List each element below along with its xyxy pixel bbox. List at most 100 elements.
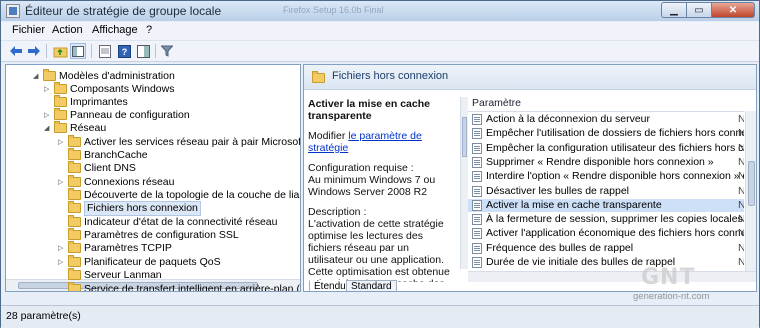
folder-icon <box>68 161 81 173</box>
settings-pane-title: Fichiers hors connexion <box>332 70 449 82</box>
expander-icon[interactable]: ▷ <box>58 259 65 266</box>
setting-label: Empêcher l'utilisation de dossiers de fi… <box>486 127 744 140</box>
expander-icon[interactable] <box>58 205 65 212</box>
menu-action[interactable]: Action <box>52 24 83 36</box>
expander-icon[interactable] <box>58 272 65 279</box>
setting-row[interactable]: Empêcher la configuration utilisateur de… <box>468 142 744 155</box>
policy-setting-icon <box>472 199 482 211</box>
tree-item[interactable]: ▷ Panneau de configuration <box>6 108 300 122</box>
tree-item[interactable]: ▷ Composants Windows <box>6 82 300 96</box>
tree-item[interactable]: Imprimantes <box>6 95 300 109</box>
expander-icon[interactable] <box>58 219 65 226</box>
setting-row[interactable]: Fréquence des bulles de rappel N <box>468 242 744 255</box>
maximize-button[interactable]: ▭ <box>687 2 712 18</box>
tree-item[interactable]: Indicateur d'état de la connectivité rés… <box>6 215 300 229</box>
show-pane-icon[interactable] <box>135 43 151 59</box>
setting-row[interactable]: Activer l'application économique des fic… <box>468 227 744 240</box>
menu-help[interactable]: ? <box>146 24 152 36</box>
expander-icon[interactable]: ◢ <box>44 125 51 132</box>
expander-icon[interactable]: ▷ <box>58 245 65 252</box>
tree-item[interactable]: ◢ Réseau <box>6 121 300 135</box>
requirements-label: Configuration requise : <box>308 162 414 174</box>
minimize-button[interactable]: ▁ <box>661 2 687 18</box>
expander-icon[interactable] <box>58 232 65 239</box>
column-header-parametre[interactable]: Paramètre <box>468 95 744 112</box>
policy-setting-icon <box>472 156 482 168</box>
setting-state: N <box>738 170 744 183</box>
setting-state: N <box>738 213 744 226</box>
tab-standard[interactable]: Standard <box>346 280 397 291</box>
setting-row[interactable]: Activer la mise en cache transparente N <box>468 198 744 212</box>
forward-arrow-icon[interactable] <box>26 43 42 59</box>
folder-icon <box>68 188 81 200</box>
toolbar-separator <box>46 44 47 58</box>
setting-state: N <box>738 227 744 240</box>
setting-label: Action à la déconnexion du serveur <box>486 113 651 125</box>
tree-item[interactable]: ▷ Paramètres TCPIP <box>6 241 300 255</box>
up-folder-icon[interactable] <box>52 43 68 59</box>
requirements-value: Au minimum Windows 7 ou Windows Server 2… <box>308 174 436 198</box>
expander-icon[interactable] <box>58 286 65 291</box>
properties-icon[interactable] <box>97 43 113 59</box>
expander-icon[interactable] <box>58 165 65 172</box>
tree-item[interactable]: ▷ Connexions réseau <box>6 175 300 189</box>
title-bar[interactable]: Éditeur de stratégie de groupe locale Fi… <box>1 1 759 21</box>
tree-item[interactable]: ◢ Modèles d'administration <box>6 69 300 83</box>
setting-label: Fréquence des bulles de rappel <box>486 241 634 254</box>
description-panel: Activer la mise en cache transparente Mo… <box>308 98 456 282</box>
setting-label: Désactiver les bulles de rappel <box>486 184 629 197</box>
expander-icon[interactable] <box>58 192 65 199</box>
menu-fichier[interactable]: Fichier <box>12 24 45 36</box>
setting-row[interactable]: Désactiver les bulles de rappel N <box>468 185 744 198</box>
tree-item-label: Planificateur de paquets QoS <box>84 256 221 268</box>
folder-icon <box>68 228 81 240</box>
setting-row[interactable]: Action à la déconnexion du serveur N <box>468 113 744 126</box>
folder-icon <box>312 71 325 83</box>
maximize-icon: ▭ <box>694 4 704 16</box>
show-hide-tree-icon[interactable] <box>70 43 86 59</box>
expander-icon[interactable] <box>44 99 51 106</box>
setting-row[interactable]: Supprimer « Rendre disponible hors conne… <box>468 156 744 169</box>
back-arrow-icon[interactable] <box>8 43 24 59</box>
settings-pane-header: Fichiers hors connexion <box>304 65 756 90</box>
tree-item[interactable]: ▷ Planificateur de paquets QoS <box>6 255 300 269</box>
tree-item[interactable]: Serveur Lanman <box>6 268 300 282</box>
tree-item[interactable]: Fichiers hors connexion <box>6 201 300 216</box>
setting-state: N <box>738 113 744 126</box>
policy-setting-icon <box>472 214 482 226</box>
expander-icon[interactable]: ▷ <box>44 112 51 119</box>
tree-item[interactable]: Paramètres de configuration SSL <box>6 228 300 242</box>
tree-item[interactable]: BranchCache <box>6 148 300 162</box>
expander-icon[interactable]: ◢ <box>33 73 40 80</box>
tree-item-label: Indicateur d'état de la connectivité rés… <box>84 216 278 228</box>
folder-icon <box>68 148 81 160</box>
setting-row[interactable]: Interdire l'option « Rendre disponible h… <box>468 170 744 183</box>
tree-pane[interactable]: ◢ Modèles d'administration ▷ Composants Win… <box>5 64 301 292</box>
menu-affichage[interactable]: Affichage <box>92 24 138 36</box>
toolbar-separator <box>155 44 156 58</box>
setting-state: N <box>738 185 744 198</box>
policy-setting-icon <box>472 142 482 154</box>
setting-label: Activer l'application économique des fic… <box>486 227 744 240</box>
close-button[interactable]: ✕ <box>712 2 755 18</box>
description-scrollbar[interactable] <box>460 97 468 269</box>
tree-item[interactable]: Client DNS <box>6 161 300 175</box>
tab-etendu[interactable]: Étendu <box>309 280 351 291</box>
toolbar: ? <box>1 41 759 62</box>
expander-icon[interactable]: ▷ <box>58 139 65 146</box>
expander-icon[interactable]: ▷ <box>44 86 51 93</box>
setting-label: Supprimer « Rendre disponible hors conne… <box>486 155 714 168</box>
folder-icon <box>68 201 81 213</box>
tree-item[interactable]: ▷ Activer les services réseau pair à pair… <box>6 135 300 149</box>
tree-item-label: Réseau <box>70 122 107 134</box>
expander-icon[interactable]: ▷ <box>58 179 65 186</box>
setting-label: À la fermeture de session, supprimer les… <box>486 213 744 226</box>
setting-row[interactable]: Empêcher l'utilisation de dossiers de fi… <box>468 127 744 140</box>
expander-icon[interactable] <box>58 152 65 159</box>
policy-setting-icon <box>472 128 482 140</box>
filter-icon[interactable] <box>159 43 175 59</box>
setting-row[interactable]: À la fermeture de session, supprimer les… <box>468 213 744 226</box>
tree-item[interactable]: Service de transfert intelligent en arri… <box>6 282 300 291</box>
settings-vertical-scrollbar[interactable] <box>745 111 756 271</box>
help-icon[interactable]: ? <box>116 43 132 59</box>
